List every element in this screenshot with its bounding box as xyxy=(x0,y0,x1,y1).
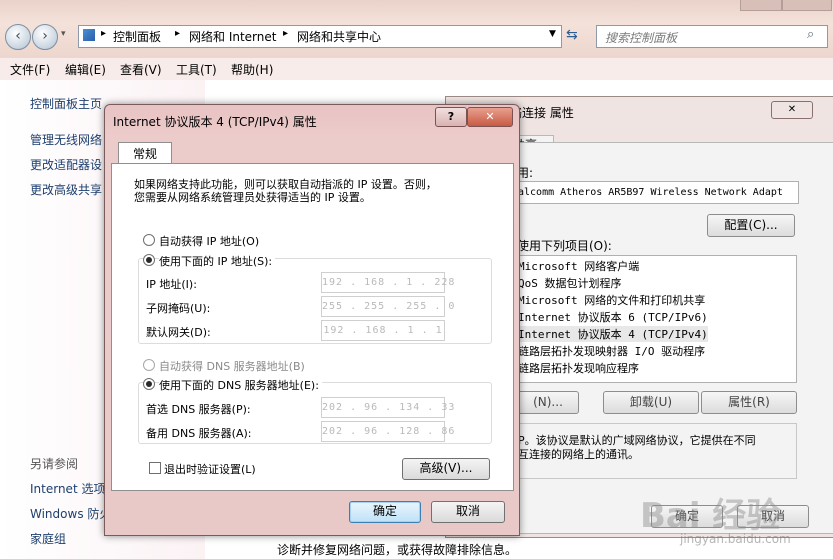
list-item[interactable]: 链路层拓扑发现映射器 I/O 驱动程序 xyxy=(518,343,705,359)
breadcrumb-network-internet[interactable]: 网络和 Internet xyxy=(189,28,276,45)
link-manage-wireless[interactable]: 管理无线网络 xyxy=(30,131,102,148)
list-item[interactable]: 链路层拓扑发现响应程序 xyxy=(518,360,639,376)
recent-pages-icon[interactable]: ▾ xyxy=(61,29,66,39)
chevron-right-icon: ▸ xyxy=(175,28,181,39)
subnet-mask-label: 子网掩码(U): xyxy=(146,302,211,315)
list-item[interactable]: QoS 数据包计划程序 xyxy=(518,275,622,291)
manual-dns-radio[interactable] xyxy=(143,378,155,390)
close-button[interactable]: ✕ xyxy=(467,107,513,127)
chevron-right-icon: ▸ xyxy=(283,28,289,39)
manual-ip-label[interactable]: 使用下面的 IP 地址(S): xyxy=(159,253,276,269)
list-item[interactable]: Microsoft 网络客户端 xyxy=(518,258,639,274)
intro-line-2: 您需要从网络系统管理员处获得适当的 IP 设置。 xyxy=(134,191,371,204)
menu-bar: 文件(F) 编辑(E) 查看(V) 工具(T) 帮助(H) xyxy=(0,58,833,81)
ipv4-properties-dialog: Internet 协议版本 4 (TCP/IPv4) 属性 ? ✕ 常规 如果网… xyxy=(104,104,520,536)
link-control-panel-home[interactable]: 控制面板主页 xyxy=(30,95,102,112)
properties-button[interactable]: 属性(R) xyxy=(701,391,797,414)
auto-dns-radio[interactable] xyxy=(143,359,155,371)
cancel-button[interactable]: 取消 xyxy=(431,501,505,523)
dialog-body: 如果网络支持此功能，则可以获取自动指派的 IP 设置。否则， 您需要从网络系统管… xyxy=(111,163,514,491)
gateway-label: 默认网关(D): xyxy=(146,326,211,339)
search-icon[interactable]: ⌕ xyxy=(807,27,814,42)
preferred-dns-input[interactable]: 202 . 96 . 134 . 33 xyxy=(321,397,454,418)
list-item[interactable]: Microsoft 网络的文件和打印机共享 xyxy=(518,292,705,308)
tab-general[interactable]: 常规 xyxy=(118,142,172,165)
uninstall-button[interactable]: 卸载(U) xyxy=(603,391,699,414)
configure-button[interactable]: 配置(C)... xyxy=(707,214,795,237)
dialog-title: Internet 协议版本 4 (TCP/IPv4) 属性 xyxy=(113,115,317,129)
menu-tools[interactable]: 工具(T) xyxy=(176,61,217,78)
watermark-logo: Bai 经验 xyxy=(640,496,781,536)
link-internet-options[interactable]: Internet 选项 xyxy=(30,480,105,497)
minimize-button[interactable] xyxy=(740,0,782,11)
watermark-url: jingyan.baidu.com xyxy=(680,532,791,546)
ip-address-input[interactable]: 192 . 168 . 1 . 228 xyxy=(321,272,454,293)
items-list[interactable]: Microsoft 网络客户端 QoS 数据包计划程序 Microsoft 网络… xyxy=(517,255,797,383)
troubleshoot-text[interactable]: 诊断并修复网络问题，或获得故障排除信息。 xyxy=(277,541,517,558)
validate-label[interactable]: 退出时验证设置(L) xyxy=(164,461,256,477)
address-bar[interactable]: ▸ 控制面板 ▸ 网络和 Internet ▸ 网络和共享中心 ▼ xyxy=(78,25,562,48)
manual-ip-radio[interactable] xyxy=(143,254,155,266)
subnet-mask-input[interactable]: 255 . 255 . 255 . 0 xyxy=(321,296,454,317)
description-group: P。该协议是默认的广域网络协议，它提供在不同 互连接的网络上的通讯。 xyxy=(517,423,797,479)
auto-dns-label[interactable]: 自动获得 DNS 服务器地址(B) xyxy=(159,358,305,374)
menu-edit[interactable]: 编辑(E) xyxy=(65,61,106,78)
preferred-dns-label: 首选 DNS 服务器(P): xyxy=(146,403,251,416)
install-button[interactable]: (N)... xyxy=(517,391,579,414)
adapter-name-field: alcomm Atheros AR5B97 Wireless Network A… xyxy=(517,181,799,204)
help-button[interactable]: ? xyxy=(435,107,467,127)
auto-ip-radio[interactable] xyxy=(143,234,155,246)
manual-dns-label[interactable]: 使用下面的 DNS 服务器地址(E): xyxy=(159,377,322,393)
link-change-adapter[interactable]: 更改适配器设 xyxy=(30,156,102,173)
search-placeholder: 搜索控制面板 xyxy=(605,31,678,45)
control-panel-icon xyxy=(83,29,95,41)
search-input[interactable]: 搜索控制面板 ⌕ xyxy=(596,25,828,48)
link-windows-firewall[interactable]: Windows 防火 xyxy=(30,505,111,522)
maximize-button[interactable] xyxy=(782,0,832,11)
alternate-dns-input[interactable]: 202 . 96 . 128 . 86 xyxy=(321,421,454,442)
close-icon[interactable]: ✕ xyxy=(771,101,813,119)
forward-button[interactable]: › xyxy=(32,24,58,50)
breadcrumb-network-sharing-center[interactable]: 网络和共享中心 xyxy=(297,28,381,45)
menu-help[interactable]: 帮助(H) xyxy=(231,61,273,78)
alternate-dns-label: 备用 DNS 服务器(A): xyxy=(146,427,252,440)
description-line-2: 互连接的网络上的通讯。 xyxy=(518,448,639,461)
adapter-name-text: alcomm Atheros AR5B97 Wireless Network A… xyxy=(518,187,783,198)
menu-view[interactable]: 查看(V) xyxy=(120,61,162,78)
menu-file[interactable]: 文件(F) xyxy=(10,61,50,78)
auto-ip-label[interactable]: 自动获得 IP 地址(O) xyxy=(159,233,259,249)
gateway-input[interactable]: 192 . 168 . 1 . 1 xyxy=(321,320,445,341)
list-item-selected[interactable]: Internet 协议版本 4 (TCP/IPv4) xyxy=(518,326,708,342)
list-item[interactable]: Internet 协议版本 6 (TCP/IPv6) xyxy=(518,309,708,325)
back-button[interactable]: ‹ xyxy=(5,24,31,50)
advanced-button[interactable]: 高级(V)... xyxy=(402,458,490,480)
link-advanced-sharing[interactable]: 更改高级共享 xyxy=(30,181,102,198)
link-homegroup[interactable]: 家庭组 xyxy=(30,530,66,547)
title-bar: ‹ › ▾ ▸ 控制面板 ▸ 网络和 Internet ▸ 网络和共享中心 ▼ … xyxy=(0,0,833,58)
see-also-header: 另请参阅 xyxy=(30,457,79,471)
ok-button[interactable]: 确定 xyxy=(349,501,421,523)
ip-address-label: IP 地址(I): xyxy=(146,278,197,291)
breadcrumb-control-panel[interactable]: 控制面板 xyxy=(113,28,161,45)
items-label: 使用下列项目(O): xyxy=(517,239,612,253)
chevron-down-icon[interactable]: ▼ xyxy=(549,29,556,39)
validate-checkbox[interactable] xyxy=(149,462,161,474)
refresh-icon[interactable]: ⇆ xyxy=(566,27,578,43)
chevron-right-icon: ▸ xyxy=(101,28,107,39)
